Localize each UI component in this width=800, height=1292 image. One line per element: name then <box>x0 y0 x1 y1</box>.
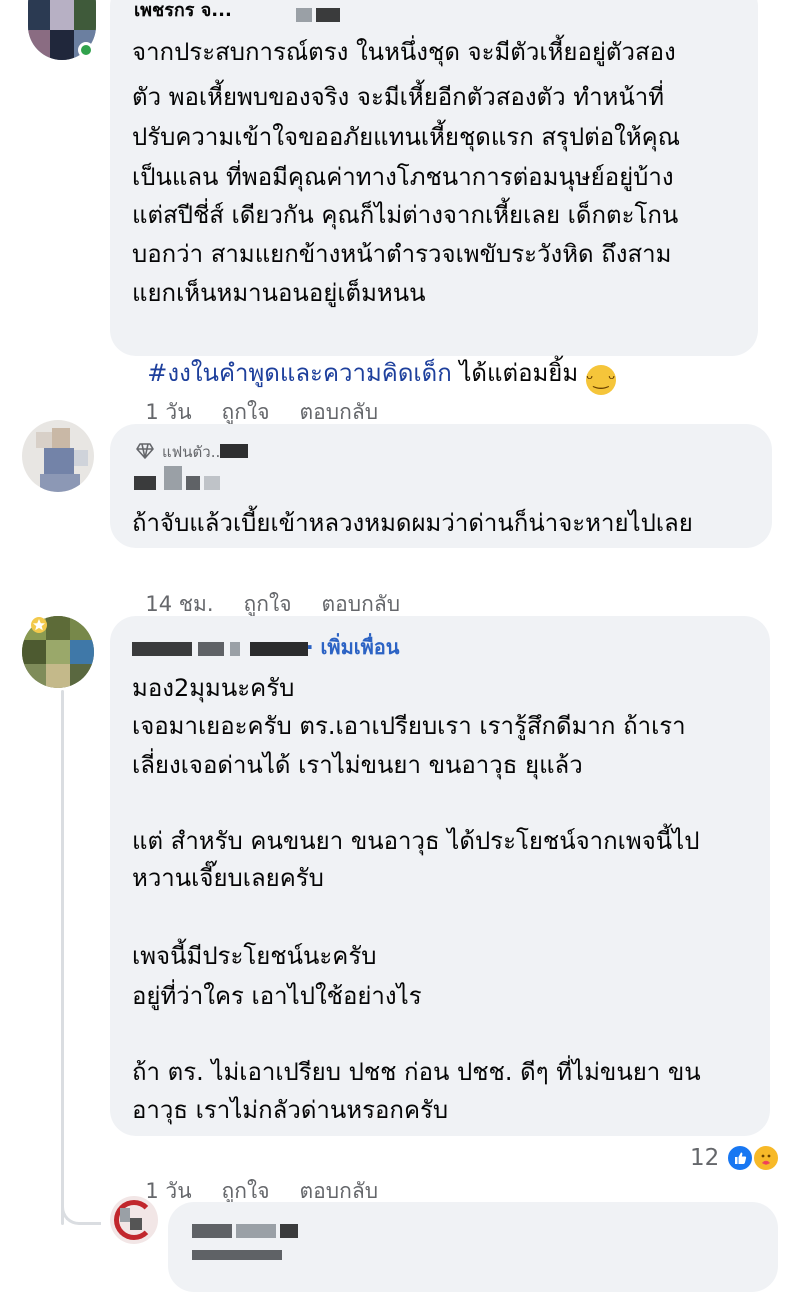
comment-tail-text: ได้แต่อมยิ้ม <box>451 359 579 387</box>
reaction-count[interactable]: 12 <box>690 1143 719 1173</box>
comment-line: หวานเจี๊ยบเลยครับ <box>132 864 324 892</box>
reply-button[interactable]: ตอบกลับ <box>300 400 379 424</box>
comment-line: แยกเห็นหมานอนอยู่เต็มหนน <box>132 279 426 307</box>
grinning-face-emoji: ᵕ‿ᵕ <box>585 365 616 395</box>
comment-line: มอง2มุมนะครับ <box>132 674 295 702</box>
fan-badge: แฟนตัว... <box>162 443 226 461</box>
like-reaction-icon[interactable] <box>726 1144 754 1172</box>
comment-line: ปรับความเข้าใจขออภัยแทนเหี้ยชุดแรก สรุปต… <box>132 123 680 151</box>
comment-line: อาวุธ เราไม่กลัวด่านหรอกครับ <box>132 1096 449 1124</box>
author-name-blurred[interactable] <box>192 1224 302 1238</box>
diamond-icon <box>136 442 154 460</box>
comment-line: จากประสบการณ์ตรง ในหนึ่งชุด จะมีตัวเหี้ย… <box>132 38 676 66</box>
avatar[interactable] <box>110 1196 158 1244</box>
author-name-blurred[interactable] <box>134 466 244 490</box>
thread-line <box>61 690 64 1225</box>
like-button[interactable]: ถูกใจ <box>244 592 292 616</box>
timestamp[interactable]: 1 วัน <box>145 1179 191 1203</box>
timestamp[interactable]: 14 ชม. <box>145 592 213 616</box>
author-name[interactable]: เพชรกร จ... <box>134 0 344 22</box>
timestamp[interactable]: 1 วัน <box>145 400 191 424</box>
reply-button[interactable]: ตอบกลับ <box>300 1179 379 1203</box>
add-friend-link[interactable]: · เพิ่มเพื่อน <box>306 632 399 662</box>
comment-line: เพจนี้มีประโยชน์นะครับ <box>132 942 377 970</box>
comment-line: แต่ สำหรับ คนขนยา ขนอาวุธ ได้ประโยชน์จาก… <box>132 827 700 855</box>
comment-line: ถ้าจับแล้วเบี้ยเข้าหลวงหมดผมว่าด่านก็น่า… <box>132 509 693 537</box>
comment-line: เป็นแลน ที่พอมีคุณค่าทางโภชนาการต่อมนุษย… <box>132 163 674 191</box>
comment-actions: 1 วัน ถูกใจ ตอบกลับ <box>132 1146 408 1206</box>
star-icon <box>30 616 48 634</box>
comment-line: แต่สปีชี่ส์ เดียวกัน คุณก็ไม่ต่างจากเหี้… <box>132 201 679 229</box>
care-reaction-icon[interactable] <box>752 1144 780 1172</box>
comment-actions: 14 ชม. ถูกใจ ตอบกลับ <box>132 559 430 619</box>
comment-actions: 1 วัน ถูกใจ ตอบกลับ <box>132 367 408 427</box>
comment-line: ตัว พอเหี้ยพบของจริง จะมีเหี้ยอีกตัวสองต… <box>132 83 665 111</box>
comment-line: อยู่ที่ว่าใคร เอาไปใช้อย่างไร <box>132 982 422 1010</box>
like-button[interactable]: ถูกใจ <box>222 1179 270 1203</box>
reply-button[interactable]: ตอบกลับ <box>322 592 401 616</box>
online-status-dot <box>78 42 94 58</box>
thread-branch <box>61 1195 101 1225</box>
author-name-text: เพชรกร จ... <box>134 0 232 21</box>
like-button[interactable]: ถูกใจ <box>222 400 270 424</box>
comment-line: เลี่ยงเจอด่านได้ เราไม่ขนยา ขนอาวุธ ยุแล… <box>132 751 583 779</box>
comment-line: บอกว่า สามแยกข้างหน้าตำรวจเพขับระวังหิด … <box>132 240 672 268</box>
avatar[interactable] <box>22 420 94 492</box>
comment-line: เจอมาเยอะครับ ตร.เอาเปรียบเรา เรารู้สึกด… <box>132 712 686 740</box>
comment-line: ถ้า ตร. ไม่เอาเปรียบ ปชช ก่อน ปชช. ดีๆ ท… <box>132 1058 701 1086</box>
author-name-blurred[interactable] <box>132 642 312 656</box>
reply-bubble <box>168 1202 778 1292</box>
